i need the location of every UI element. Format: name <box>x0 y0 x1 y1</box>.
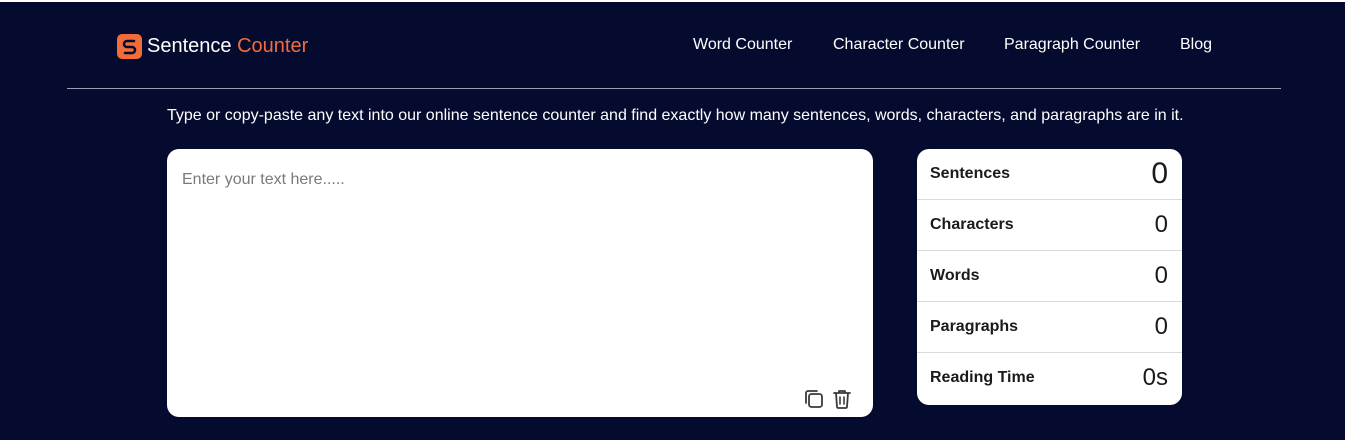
stat-label: Paragraphs <box>930 318 1019 335</box>
stat-label: Sentences <box>930 165 1011 182</box>
nav-link-paragraph-counter[interactable]: Paragraph Counter <box>1004 36 1140 54</box>
header: Sentence Counter Word Counter Character … <box>0 2 1345 88</box>
text-editor-card <box>167 149 873 417</box>
stat-row-paragraphs: Paragraphs 0 <box>917 302 1182 353</box>
stat-value: 0 <box>1154 211 1168 238</box>
stat-row-characters: Characters 0 <box>917 200 1182 251</box>
editor-actions <box>798 387 854 411</box>
nav-link-character-counter[interactable]: Character Counter <box>833 36 965 54</box>
nav-link-word-counter[interactable]: Word Counter <box>693 36 792 54</box>
stat-value: 0 <box>1151 157 1168 190</box>
stat-label: Characters <box>930 216 1014 233</box>
trash-icon[interactable] <box>830 387 854 411</box>
header-divider <box>67 88 1281 89</box>
nav-link-blog[interactable]: Blog <box>1180 36 1212 54</box>
stat-label: Reading Time <box>930 369 1035 386</box>
intro-text: Type or copy-paste any text into our onl… <box>167 107 1184 124</box>
stat-row-reading-time: Reading Time 0s <box>917 353 1182 404</box>
stat-value: 0s <box>1142 364 1168 391</box>
stat-value: 0 <box>1154 313 1168 340</box>
stat-row-words: Words 0 <box>917 251 1182 302</box>
stat-label: Words <box>930 267 980 284</box>
stat-row-sentences: Sentences 0 <box>917 149 1182 200</box>
page: Sentence Counter Word Counter Character … <box>0 0 1345 440</box>
copy-icon[interactable] <box>802 387 826 411</box>
text-input[interactable] <box>167 149 873 379</box>
stats-panel: Sentences 0 Characters 0 Words 0 Paragra… <box>917 149 1182 405</box>
main-nav: Word Counter Character Counter Paragraph… <box>0 36 1345 58</box>
stat-value: 0 <box>1154 262 1168 289</box>
